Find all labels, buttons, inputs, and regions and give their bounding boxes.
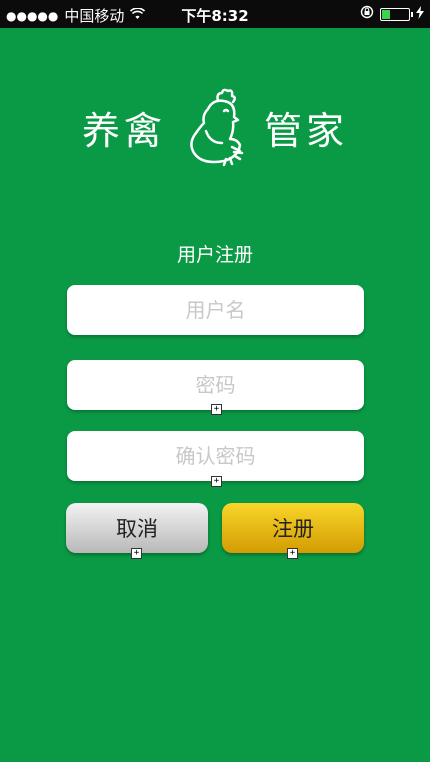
page-title: 用户注册	[176, 244, 253, 266]
plus-marker-icon: +	[211, 404, 222, 415]
battery-icon	[380, 7, 413, 21]
app-logo: 养禽 管家	[0, 82, 430, 172]
status-bar: ●●●●● 中国移动 下午8:32	[0, 0, 430, 28]
chicken-icon	[190, 88, 244, 167]
password-input[interactable]	[67, 360, 364, 410]
logo-text-left: 养禽	[81, 108, 166, 153]
plus-marker-icon: +	[131, 548, 142, 559]
username-input[interactable]	[67, 285, 364, 335]
cancel-button[interactable]: 取消	[66, 503, 208, 553]
status-right	[360, 5, 424, 23]
rotation-lock-icon	[360, 5, 374, 23]
register-button[interactable]: 注册	[222, 503, 364, 553]
plus-marker-icon: +	[287, 548, 298, 559]
confirm-password-input[interactable]	[67, 431, 364, 481]
plus-marker-icon: +	[211, 476, 222, 487]
charging-icon	[416, 5, 424, 23]
logo-text-right: 管家	[264, 108, 349, 153]
